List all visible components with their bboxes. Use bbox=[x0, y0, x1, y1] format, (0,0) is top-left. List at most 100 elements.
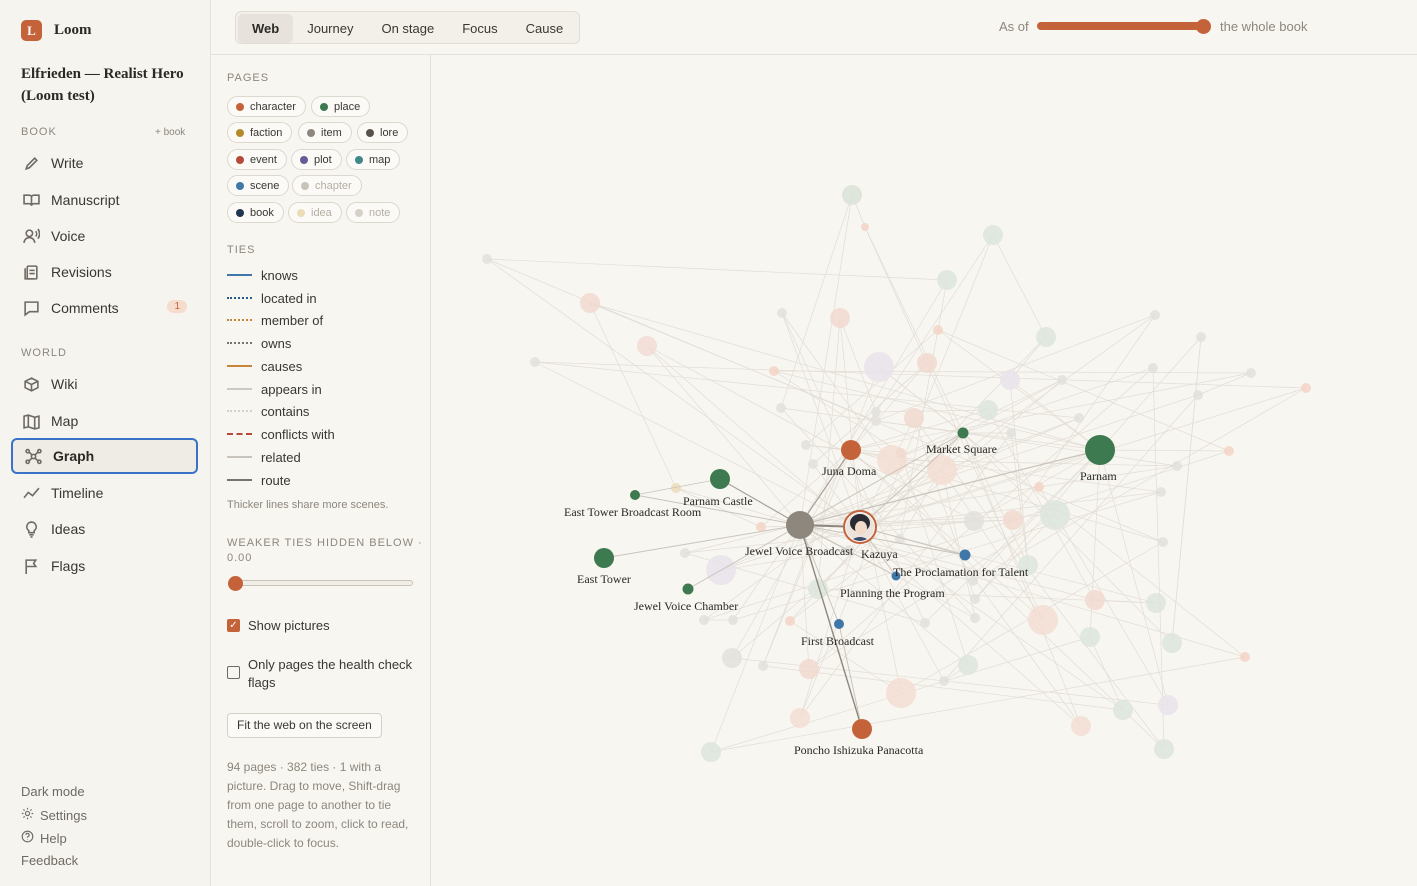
background-node[interactable] bbox=[927, 455, 957, 485]
node-parnam[interactable] bbox=[1085, 435, 1115, 465]
sidebar-item-comments[interactable]: Comments 1 bbox=[11, 290, 198, 326]
background-node[interactable] bbox=[722, 648, 742, 668]
background-node[interactable] bbox=[864, 352, 894, 382]
tie-legend-contains[interactable]: contains bbox=[227, 401, 309, 421]
asof-slider-track[interactable] bbox=[1037, 22, 1207, 30]
node-first-broadcast[interactable] bbox=[834, 619, 844, 629]
dark-mode-toggle[interactable]: Dark mode bbox=[21, 784, 85, 799]
page-filter-scene[interactable]: scene bbox=[227, 175, 290, 196]
background-node[interactable] bbox=[904, 408, 924, 428]
fit-web-button[interactable]: Fit the web on the screen bbox=[227, 713, 382, 738]
background-node[interactable] bbox=[1074, 413, 1084, 423]
background-node[interactable] bbox=[1301, 383, 1311, 393]
background-node[interactable] bbox=[776, 403, 786, 413]
background-node[interactable] bbox=[1154, 739, 1174, 759]
background-node[interactable] bbox=[1158, 537, 1168, 547]
background-node[interactable] bbox=[964, 511, 984, 531]
background-node[interactable] bbox=[933, 325, 943, 335]
background-node[interactable] bbox=[1148, 363, 1158, 373]
tie-legend-causes[interactable]: causes bbox=[227, 356, 302, 376]
show-pictures-checkbox[interactable]: ✓ bbox=[227, 619, 240, 632]
help-link[interactable]: Help bbox=[21, 830, 67, 846]
page-filter-item[interactable]: item bbox=[298, 122, 352, 143]
sidebar-item-wiki[interactable]: Wiki bbox=[11, 366, 198, 402]
sidebar-item-voice[interactable]: Voice bbox=[11, 218, 198, 254]
tab-on-stage[interactable]: On stage bbox=[367, 14, 448, 43]
node-east-tower[interactable] bbox=[594, 548, 614, 568]
background-node[interactable] bbox=[871, 407, 881, 417]
node-east-tower-broadcast-room[interactable] bbox=[630, 490, 640, 500]
background-node[interactable] bbox=[701, 742, 721, 762]
show-pictures-row[interactable]: ✓ Show pictures bbox=[227, 617, 330, 635]
sidebar-item-map[interactable]: Map bbox=[11, 403, 198, 439]
background-node[interactable] bbox=[680, 548, 690, 558]
tab-focus[interactable]: Focus bbox=[448, 14, 511, 43]
background-node[interactable] bbox=[958, 655, 978, 675]
sidebar-item-write[interactable]: Write bbox=[11, 145, 198, 181]
weaker-ties-slider-thumb[interactable] bbox=[228, 576, 243, 591]
background-node[interactable] bbox=[1246, 368, 1256, 378]
background-node[interactable] bbox=[728, 615, 738, 625]
background-node[interactable] bbox=[939, 676, 949, 686]
background-node[interactable] bbox=[886, 678, 916, 708]
tie-legend-conflicts-with[interactable]: conflicts with bbox=[227, 424, 335, 444]
background-node[interactable] bbox=[699, 615, 709, 625]
sidebar-item-timeline[interactable]: Timeline bbox=[11, 475, 198, 511]
weaker-ties-slider-track[interactable] bbox=[235, 580, 413, 586]
sidebar-item-ideas[interactable]: Ideas bbox=[11, 511, 198, 547]
background-node[interactable] bbox=[983, 225, 1003, 245]
background-node[interactable] bbox=[1224, 446, 1234, 456]
page-filter-map[interactable]: map bbox=[346, 149, 401, 170]
background-node[interactable] bbox=[1172, 461, 1182, 471]
page-filter-faction[interactable]: faction bbox=[227, 122, 293, 143]
settings-link[interactable]: Settings bbox=[21, 807, 87, 823]
sidebar-item-flags[interactable]: Flags bbox=[11, 548, 198, 584]
tie-legend-related[interactable]: related bbox=[227, 447, 301, 467]
node-poncho-ishizuka-panacotta[interactable] bbox=[852, 719, 872, 739]
page-filter-book[interactable]: book bbox=[227, 202, 284, 223]
graph-canvas[interactable]: Jewel Voice Broadcast Kazuya Juna Doma M… bbox=[431, 55, 1417, 886]
background-node[interactable] bbox=[861, 223, 869, 231]
background-node[interactable] bbox=[1146, 593, 1166, 613]
page-filter-note[interactable]: note bbox=[346, 202, 401, 223]
background-node[interactable] bbox=[785, 616, 795, 626]
background-node[interactable] bbox=[1071, 716, 1091, 736]
node-proclamation-for-talent[interactable] bbox=[959, 549, 971, 561]
tie-legend-located-in[interactable]: located in bbox=[227, 288, 317, 308]
page-filter-event[interactable]: event bbox=[227, 149, 287, 170]
node-parnam-castle[interactable] bbox=[710, 469, 730, 489]
tie-legend-route[interactable]: route bbox=[227, 470, 291, 490]
node-market-square[interactable] bbox=[957, 427, 969, 439]
background-node[interactable] bbox=[970, 594, 980, 604]
background-node[interactable] bbox=[1085, 590, 1105, 610]
background-node[interactable] bbox=[801, 440, 811, 450]
background-node[interactable] bbox=[1034, 482, 1044, 492]
page-filter-character[interactable]: character bbox=[227, 96, 306, 117]
background-node[interactable] bbox=[790, 708, 810, 728]
page-filter-idea[interactable]: idea bbox=[288, 202, 342, 223]
node-juna-doma[interactable] bbox=[841, 440, 861, 460]
background-node[interactable] bbox=[1193, 390, 1203, 400]
background-node[interactable] bbox=[1113, 700, 1133, 720]
feedback-link[interactable]: Feedback bbox=[21, 853, 78, 868]
page-filter-lore[interactable]: lore bbox=[357, 122, 409, 143]
background-node[interactable] bbox=[871, 416, 881, 426]
page-filter-plot[interactable]: plot bbox=[291, 149, 342, 170]
background-node[interactable] bbox=[1000, 370, 1020, 390]
only-flagged-checkbox[interactable] bbox=[227, 666, 240, 679]
tab-journey[interactable]: Journey bbox=[293, 14, 367, 43]
background-node[interactable] bbox=[937, 270, 957, 290]
tab-web[interactable]: Web bbox=[238, 14, 294, 43]
background-node[interactable] bbox=[1036, 327, 1056, 347]
node-jewel-voice-chamber[interactable] bbox=[682, 583, 694, 595]
background-node[interactable] bbox=[1162, 633, 1182, 653]
background-node[interactable] bbox=[808, 459, 818, 469]
book-title[interactable]: Elfrieden — Realist Hero (Loom test) bbox=[21, 63, 201, 107]
background-node[interactable] bbox=[580, 293, 600, 313]
add-book-link[interactable]: + book bbox=[155, 127, 185, 138]
tie-legend-member-of[interactable]: member of bbox=[227, 310, 323, 330]
background-node[interactable] bbox=[1028, 605, 1058, 635]
tab-cause[interactable]: Cause bbox=[512, 14, 578, 43]
background-node[interactable] bbox=[1057, 375, 1067, 385]
background-node[interactable] bbox=[1240, 652, 1250, 662]
